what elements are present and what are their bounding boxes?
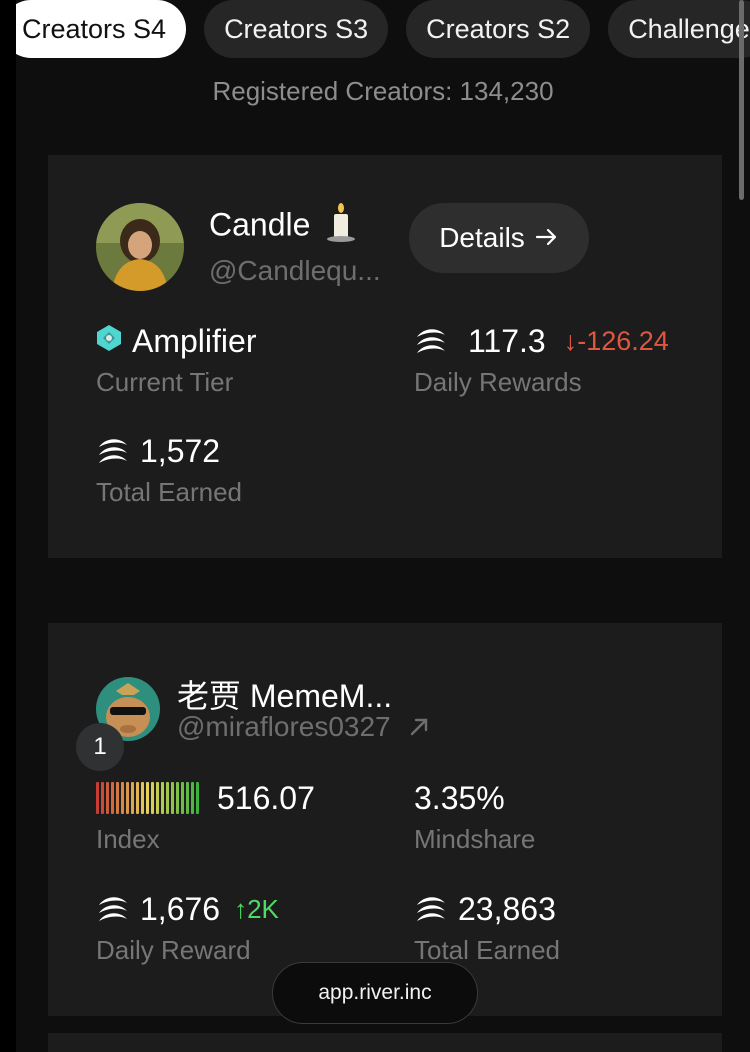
rank-badge: 1 [76,723,124,771]
index-gauge-segment [161,782,164,814]
creator-handle[interactable]: @miraflores0327 [177,711,430,745]
creator-handle[interactable]: @Candlequ... [209,255,381,287]
tier-stat: Amplifier Current Tier [96,322,257,398]
app-frame: Creators S4 Creators S3 Creators S2 Chal… [16,0,750,1052]
index-gauge-segment [156,782,159,814]
index-gauge [96,781,199,815]
arrow-down-icon: ↓ [563,325,578,356]
river-coin-icon [414,894,448,924]
total-earned-stat: 23,863 Total Earned [414,890,560,966]
creator-name: Candle [209,203,357,251]
tab-creators-s2[interactable]: Creators S2 [406,0,591,58]
leaderboard-card[interactable]: 1 老贾 MemeM... @miraflores0327 516.07 Ind… [48,623,722,1016]
leaderboard-card[interactable] [48,1033,722,1052]
season-tabs: Creators S4 Creators S3 Creators S2 Chal… [16,0,750,58]
index-gauge-segment [101,782,104,814]
total-earned-stat: 1,572 Total Earned [96,432,242,508]
registered-creators-count: Registered Creators: 134,230 [212,76,554,106]
scrollbar[interactable] [739,0,744,200]
index-gauge-segment [151,782,154,814]
daily-rewards-stat: 117.3 ↓-126.24 Daily Rewards [414,322,669,398]
external-link-icon[interactable] [408,713,430,745]
arrow-up-icon: ↑ [234,893,248,924]
candle-emoji-icon [325,203,357,251]
index-gauge-segment [141,782,144,814]
daily-change-positive: ↑2K [234,893,279,924]
tab-creators-s4[interactable]: Creators S4 [16,0,187,58]
arrow-right-icon [535,222,559,254]
details-button[interactable]: Details [409,203,589,273]
index-gauge-segment [191,782,194,814]
index-gauge-segment [196,782,199,814]
my-creator-card: Candle @Candlequ... Details Amplifier Cu… [48,155,722,558]
daily-change-negative: ↓-126.24 [563,325,669,356]
index-gauge-segment [121,782,124,814]
gem-icon [96,323,122,360]
index-gauge-segment [96,782,99,814]
tab-challenge[interactable]: Challenge [608,0,750,58]
index-gauge-segment [186,782,189,814]
index-gauge-segment [111,782,114,814]
river-coin-icon [96,894,130,924]
index-gauge-segment [146,782,149,814]
index-gauge-segment [126,782,129,814]
index-gauge-segment [131,782,134,814]
index-gauge-segment [106,782,109,814]
index-gauge-segment [181,782,184,814]
river-coin-icon [414,326,448,356]
index-gauge-segment [166,782,169,814]
index-gauge-segment [136,782,139,814]
index-gauge-segment [176,782,179,814]
index-gauge-segment [116,782,119,814]
river-coin-icon [96,436,130,466]
index-stat: 516.07 Index [96,779,315,854]
avatar[interactable] [96,203,184,291]
daily-reward-stat: 1,676 ↑2K Daily Reward [96,890,279,966]
url-pill: app.river.inc [272,962,478,1024]
index-gauge-segment [171,782,174,814]
mindshare-stat: 3.35% Mindshare [414,779,536,855]
tab-creators-s3[interactable]: Creators S3 [204,0,389,58]
